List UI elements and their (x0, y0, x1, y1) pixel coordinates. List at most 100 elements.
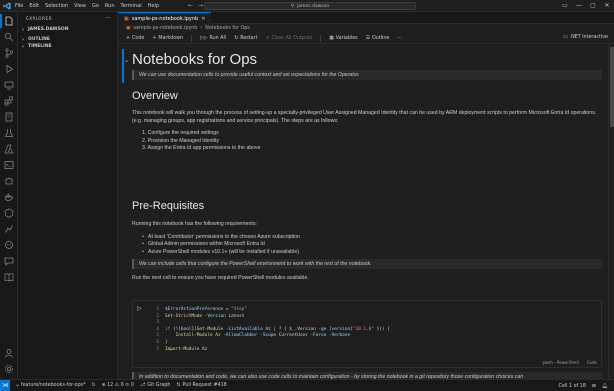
testing-icon[interactable] (4, 128, 14, 138)
chat-icon[interactable] (4, 256, 14, 266)
prereq-heading: Pre-Requisites (132, 200, 205, 212)
explorer-sidebar: EXPLORER ··· › JAMES.DAWSON › OUTLINE › … (18, 12, 118, 379)
editor-tabs: ▣ sample-ps-notebook.ipynb ✕ (118, 12, 614, 24)
settings-gear-icon[interactable] (4, 364, 14, 374)
scrollbar-thumb[interactable] (610, 47, 614, 127)
status-right: Cell 1 of 18 ⊞ 🔔︎ (559, 380, 608, 391)
breadcrumb-file[interactable]: sample-ps-notebook.ipynb (134, 26, 198, 31)
pull-request-label: Pull Request #418 (182, 383, 227, 388)
line-number: 1 (156, 307, 159, 312)
git-graph-label: Git Graph (147, 383, 171, 388)
line-number: 7 (156, 346, 159, 352)
remote-indicator-icon[interactable]: ⋊ (0, 379, 10, 391)
clear-icon: ≡ (265, 35, 270, 41)
source-control-icon[interactable] (4, 48, 14, 58)
account-icon[interactable] (4, 348, 14, 358)
breadcrumb-separator-icon: › (200, 26, 203, 31)
sync-button[interactable]: ↻ (92, 383, 96, 388)
graph-icon[interactable] (4, 224, 14, 234)
restart-icon: ↻ (234, 35, 239, 41)
pull-request-icon: ⇅ (176, 383, 181, 388)
clear-outputs-button[interactable]: ≡ Clear All Outputs (265, 36, 312, 41)
vscode-logo-icon (3, 1, 11, 10)
explorer-icon[interactable] (0, 14, 14, 28)
toolbar-divider (191, 34, 193, 42)
terminal-icon[interactable] (4, 160, 14, 170)
markdown-cell-quote[interactable]: We can use documentation cells to provid… (132, 70, 602, 80)
code-cell[interactable]: ▷ 1 $ErrorActionPreference = "Stop" 2 Set-… (132, 300, 602, 368)
docker-icon[interactable] (4, 192, 14, 202)
branch-indicator[interactable]: ⑂ feature/notebooks-for-ops* (16, 383, 86, 389)
menu-file[interactable]: File (15, 3, 23, 9)
cell-status: pwsh - PowerShell Code (542, 360, 597, 365)
notebook-icon[interactable] (4, 112, 14, 122)
more-actions-icon[interactable]: ··· (105, 15, 111, 22)
breadcrumb-item[interactable]: Notebooks for Ops (205, 26, 250, 31)
menu-terminal[interactable]: Terminal (121, 3, 142, 9)
problems-indicator[interactable]: ⊗ 12 ⚠ 0 ⊙ 0 (102, 383, 134, 388)
notifications-bell-icon[interactable]: 🔔︎ (602, 384, 608, 389)
search-sidebar-icon[interactable] (4, 32, 14, 42)
back-arrow-icon[interactable]: ← (188, 2, 193, 9)
markdown-cell-prereq[interactable]: Pre-Requisites Running this notebook has… (132, 200, 602, 283)
variables-button[interactable]: ▦ Variables (329, 36, 357, 41)
sidebar-section-timeline[interactable]: › TIMELINE (18, 43, 117, 50)
close-tab-icon[interactable]: ✕ (201, 16, 205, 22)
code-editor[interactable]: 1 $ErrorActionPreference = "Stop" 2 Set-St… (149, 307, 389, 353)
menu-selection[interactable]: Selection (45, 3, 68, 9)
forward-arrow-icon[interactable]: → (198, 2, 203, 9)
book-icon[interactable] (4, 272, 14, 282)
collapse-chevron-icon[interactable]: ⌄ (124, 57, 129, 64)
maximize-icon[interactable]: ▢ (586, 0, 600, 12)
extensions-icon[interactable] (4, 96, 14, 106)
menu-go[interactable]: Go (92, 3, 99, 9)
tab-notebook[interactable]: ▣ sample-ps-notebook.ipynb ✕ (118, 12, 212, 24)
markdown-cell-title[interactable]: Notebooks for Ops (132, 51, 602, 68)
outline-label: Outline (372, 35, 390, 41)
status-bar: ⋊ ⑂ feature/notebooks-for-ops* ↻ ⊗ 12 ⚠ … (0, 379, 614, 391)
cell-position[interactable]: Cell 1 of 18 (559, 384, 586, 389)
markdown-cell-overview[interactable]: Overview This notebook will walk you thr… (132, 90, 602, 153)
git-graph-button[interactable]: ⎇ Git Graph (140, 383, 171, 388)
toolbar-divider (320, 34, 322, 42)
run-debug-icon[interactable] (4, 64, 14, 74)
menu-run[interactable]: Run (105, 3, 115, 9)
run-cell-icon[interactable]: ▷ (137, 305, 145, 313)
restart-button[interactable]: ↻ Restart (234, 36, 257, 41)
remote-explorer-icon[interactable] (4, 80, 14, 90)
command-center-search[interactable]: ⚲ james.dawson (204, 2, 416, 10)
menu-view[interactable]: View (74, 3, 86, 9)
minimize-icon[interactable]: — (572, 0, 586, 12)
outline-button[interactable]: ☰ Outline (366, 36, 390, 41)
branch-name: feature/notebooks-for-ops* (20, 383, 86, 388)
kubernetes-icon[interactable] (4, 208, 14, 218)
search-text: james.dawson (297, 3, 330, 9)
copilot-icon[interactable] (4, 240, 14, 250)
add-markdown-button[interactable]: + Markdown (152, 36, 183, 41)
requirements-list: At least 'Contributor' permissions to th… (132, 234, 602, 257)
sync-icon: ↻ (91, 383, 96, 388)
add-code-button[interactable]: + Code (126, 36, 144, 41)
pull-request-button[interactable]: ⇅ Pull Request #418 (176, 383, 226, 388)
kernel-icon: ▭ (563, 35, 568, 40)
kernel-label: .NET Interactive (569, 35, 608, 40)
sidebar-section-outline[interactable]: › OUTLINE (18, 36, 117, 43)
kernel-picker[interactable]: ▭ .NET Interactive (563, 35, 608, 40)
puzzle-icon[interactable] (4, 176, 14, 186)
more-icon[interactable]: ··· (397, 36, 402, 41)
close-window-icon[interactable]: ✕ (600, 0, 614, 12)
list-item: Global Admin permissions within Microsof… (142, 241, 602, 249)
run-all-button[interactable]: ▷▷ Run All (200, 36, 226, 41)
list-item: At least 'Contributor' permissions to th… (142, 234, 602, 242)
layout-toggle-icon[interactable]: ⊞ (592, 384, 596, 389)
cell-language[interactable]: pwsh - PowerShell (542, 360, 578, 365)
layout-icon[interactable]: ▭ (558, 0, 572, 12)
line-number: 6 (156, 339, 159, 345)
editor-area: ▣ sample-ps-notebook.ipynb ✕ ▣ sample-ps… (118, 12, 614, 382)
list-item: 2. Provision the Managed Identity (142, 137, 219, 144)
vertical-scrollbar[interactable] (608, 45, 614, 379)
azure-icon[interactable] (4, 144, 14, 154)
sidebar-section-workspace[interactable]: › JAMES.DAWSON (18, 26, 117, 33)
menu-edit[interactable]: Edit (29, 3, 39, 9)
menu-help[interactable]: Help (148, 3, 159, 9)
